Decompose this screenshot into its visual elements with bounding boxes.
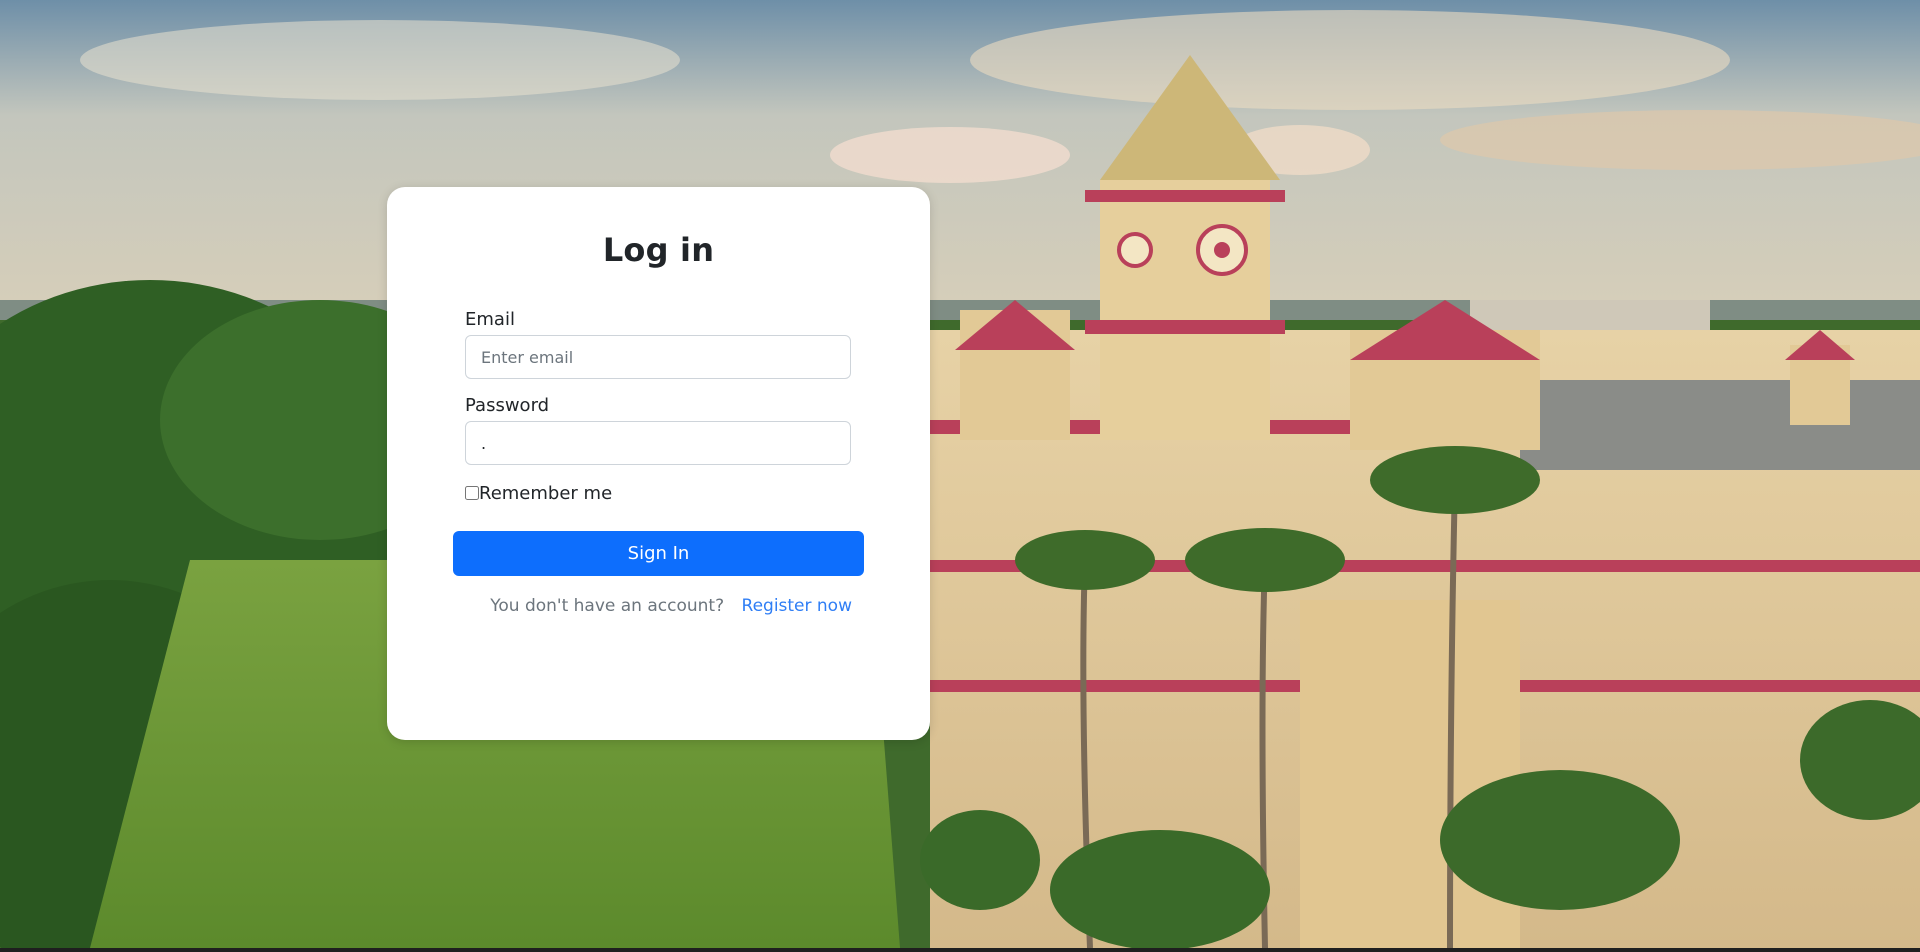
remember-me-row[interactable]: Remember me	[465, 481, 612, 505]
bottom-edge	[0, 948, 1920, 952]
campus-background-image	[0, 0, 1920, 948]
login-page: Log in Email Password Remember me Sign I…	[0, 0, 1920, 952]
register-row: You don't have an account? Register now	[490, 596, 852, 616]
remember-me-checkbox[interactable]	[465, 486, 479, 500]
sign-in-button[interactable]: Sign In	[453, 531, 864, 576]
page-title: Log in	[602, 231, 715, 269]
password-label: Password	[465, 395, 550, 416]
register-link[interactable]: Register now	[742, 596, 852, 616]
email-label: Email	[465, 309, 515, 330]
register-prompt: You don't have an account?	[490, 596, 725, 616]
remember-me-label: Remember me	[479, 482, 613, 504]
login-card: Log in Email Password Remember me Sign I…	[387, 187, 930, 740]
password-field[interactable]	[465, 421, 851, 465]
email-field[interactable]	[465, 335, 851, 379]
